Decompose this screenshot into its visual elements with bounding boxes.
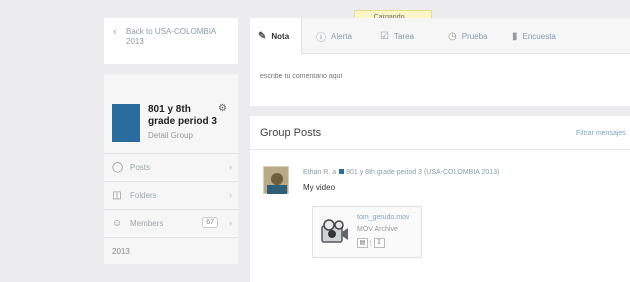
- note-icon: ✎: [258, 30, 267, 42]
- chevron-left-icon: ‹: [113, 26, 117, 38]
- video-file-icon: [321, 219, 348, 243]
- left-sidebar: ‹ Back to USA-COLOMBIA 2013 801 y 8th gr…: [104, 18, 238, 282]
- tab-encuesta[interactable]: ▮ Encuesta: [512, 18, 556, 54]
- group-detail-link[interactable]: Detail Group: [148, 131, 193, 140]
- post-group[interactable]: 801 y 8th grade period 3 (USA-COLOMBIA 2…: [346, 169, 499, 176]
- tab-prueba[interactable]: ◷ Prueba: [448, 18, 488, 54]
- tab-nota[interactable]: ✎ Nota: [250, 18, 302, 54]
- post-author[interactable]: Ethan R.: [303, 169, 330, 176]
- avatar[interactable]: [263, 166, 289, 194]
- attachment-name[interactable]: tom_gerudo.mov: [357, 214, 410, 221]
- sidebar-item-posts[interactable]: ◯ Posts ›: [104, 154, 238, 182]
- quiz-icon: ◷: [448, 30, 457, 42]
- tab-alerta[interactable]: ⓘ Alerta: [316, 18, 352, 54]
- alert-icon: ⓘ: [316, 32, 326, 44]
- sidebar-item-label: Members: [130, 219, 164, 228]
- comment-input[interactable]: [260, 66, 620, 86]
- group-card: 801 y 8th grade period 3 Detail Group ⚙: [104, 74, 238, 154]
- composer-tabs: ✎ Nota ⓘ Alerta ☑ Tarea ◷ Prueba ▮ Encue…: [250, 18, 630, 54]
- tab-label: Tarea: [393, 31, 414, 41]
- members-count-badge: 67: [202, 217, 218, 228]
- group-year: 2013: [112, 246, 130, 256]
- members-icon: ☺: [112, 218, 123, 229]
- sidebar-nav: ◯ Posts › ◫ Folders › ☺ Members 67 › 201…: [104, 154, 238, 264]
- tab-tarea[interactable]: ☑ Tarea: [380, 18, 414, 54]
- attachment-type: MOV Archive: [357, 226, 398, 233]
- sidebar-item-folders[interactable]: ◫ Folders ›: [104, 182, 238, 210]
- chat-bubble-icon: ◯: [112, 162, 124, 173]
- poll-icon: ▮: [512, 30, 518, 42]
- group-name: 801 y 8th grade period 3: [148, 104, 217, 127]
- filter-posts-link[interactable]: Filtrar mensajes: [576, 130, 626, 137]
- separator: |: [370, 240, 372, 246]
- attachment-actions: ▤ | ↧: [357, 238, 385, 248]
- folder-icon: ◫: [112, 190, 122, 201]
- post-body: My video: [303, 183, 336, 192]
- post-meta: Ethan R. a 801 y 8th grade period 3 (USA-…: [303, 169, 499, 176]
- sidebar-item-label: Posts: [130, 163, 151, 172]
- posts-header: Group Posts Filtrar mensajes: [250, 116, 630, 150]
- gear-icon[interactable]: ⚙: [218, 103, 227, 114]
- chevron-right-icon: ›: [229, 190, 232, 200]
- group-avatar: [112, 104, 140, 142]
- tab-label: Encuesta: [522, 31, 556, 41]
- back-link[interactable]: ‹ Back to USA-COLOMBIA 2013: [104, 18, 238, 64]
- sidebar-item-members[interactable]: ☺ Members 67 ›: [104, 210, 238, 238]
- save-to-library-icon[interactable]: ▤: [357, 238, 368, 248]
- tab-label: Alerta: [331, 31, 352, 41]
- post-composer: ✎ Nota ⓘ Alerta ☑ Tarea ◷ Prueba ▮ Encue…: [250, 18, 630, 106]
- tab-label: Nota: [271, 31, 290, 41]
- group-posts-panel: Group Posts Filtrar mensajes Ethan R. a 8…: [250, 116, 630, 282]
- sidebar-item-label: Folders: [130, 191, 157, 200]
- page-title: Group Posts: [260, 127, 322, 139]
- group-color-icon: [339, 169, 345, 174]
- attachment-card[interactable]: tom_gerudo.mov MOV Archive ▤ | ↧: [312, 206, 422, 258]
- assignment-icon: ☑: [380, 30, 389, 42]
- back-link-label: Back to USA-COLOMBIA 2013: [126, 27, 216, 46]
- chevron-right-icon: ›: [229, 218, 232, 228]
- post-to-word: a: [332, 169, 337, 176]
- download-icon[interactable]: ↧: [373, 238, 385, 248]
- tab-label: Prueba: [461, 31, 488, 41]
- chevron-right-icon: ›: [229, 162, 232, 172]
- post-item: Ethan R. a 801 y 8th grade period 3 (USA-…: [250, 152, 630, 282]
